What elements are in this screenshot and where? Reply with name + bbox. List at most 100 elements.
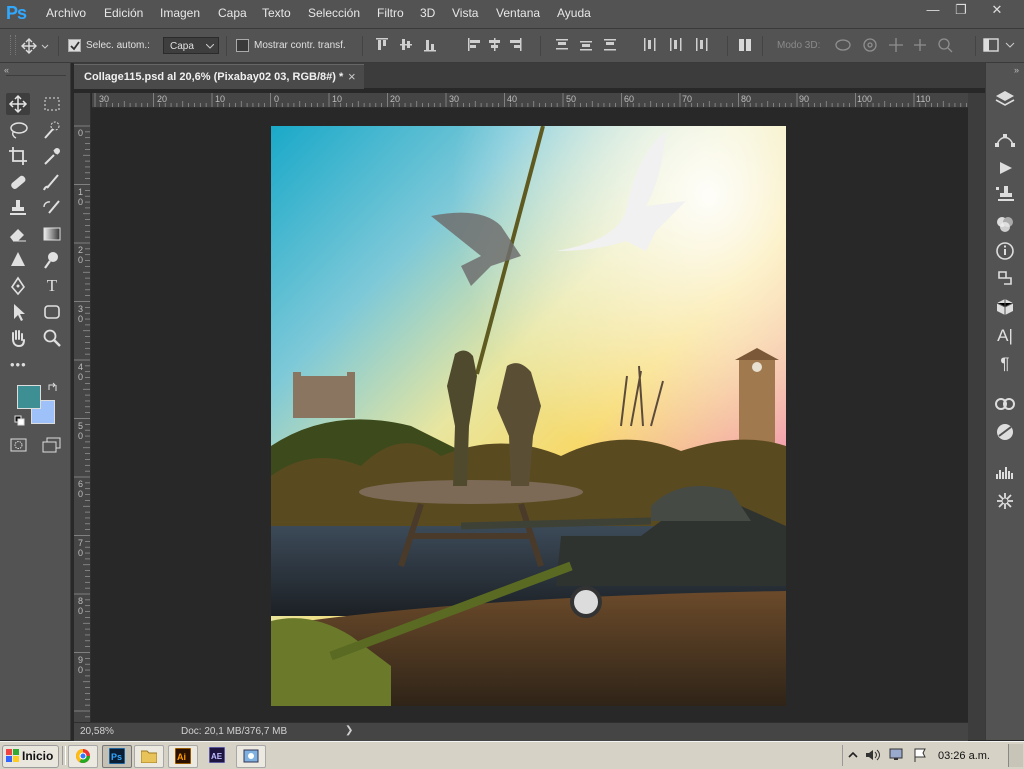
auto-align-icon[interactable]: [738, 37, 752, 53]
gradient-tool[interactable]: [40, 223, 64, 245]
navigator-icon[interactable]: [992, 490, 1018, 512]
brush-icon: [43, 174, 59, 191]
castle-ruin: [293, 372, 301, 380]
eyedropper-tool[interactable]: [40, 145, 64, 167]
network-icon[interactable]: [888, 747, 906, 763]
ruler-label: 20: [390, 94, 401, 104]
taskbar-chrome[interactable]: [68, 745, 98, 768]
menu-capa[interactable]: Capa: [218, 6, 247, 20]
menu-filtro[interactable]: Filtro: [377, 6, 404, 20]
show-hidden-icons-icon[interactable]: [848, 749, 858, 761]
info-icon[interactable]: [992, 240, 1018, 262]
marquee-tool[interactable]: [40, 93, 64, 115]
auto-select-target-dropdown[interactable]: Capa: [163, 37, 219, 54]
taskbar-illustrator[interactable]: Ai: [168, 745, 198, 768]
system-clock[interactable]: 03:26 a.m.: [938, 750, 990, 762]
zoom-icon: [43, 329, 61, 347]
healing-tool[interactable]: [6, 171, 30, 193]
show-desktop-button[interactable]: [1008, 744, 1023, 767]
zoom-tool[interactable]: [40, 327, 64, 349]
pen-tool[interactable]: [6, 275, 30, 297]
menu-ayuda[interactable]: Ayuda: [557, 6, 591, 20]
quick-mask-icon[interactable]: [10, 437, 28, 453]
dodge-tool[interactable]: [40, 249, 64, 271]
path-select-tool[interactable]: [6, 301, 30, 323]
tool-preset-picker[interactable]: [20, 36, 50, 56]
expand-panels-icon[interactable]: »: [1014, 65, 1019, 75]
vertical-ruler[interactable]: 0102030405060708090: [74, 93, 91, 723]
volume-icon[interactable]: [864, 747, 882, 763]
ruler-label: 10: [215, 94, 226, 104]
foreground-color-swatch[interactable]: [17, 385, 41, 409]
ruler-label: 30: [449, 94, 460, 104]
pen-icon: [10, 276, 26, 296]
hand-tool[interactable]: [6, 327, 30, 349]
move-tool[interactable]: [6, 93, 30, 115]
menu-ventana[interactable]: Ventana: [496, 6, 540, 20]
eraser-tool[interactable]: [6, 223, 30, 245]
zoom-level[interactable]: 20,58%: [80, 726, 114, 737]
document-canvas[interactable]: [271, 126, 786, 706]
svg-text:AE: AE: [211, 752, 223, 761]
close-tab-button[interactable]: ×: [348, 69, 356, 84]
menu-vista[interactable]: Vista: [452, 6, 478, 20]
default-colors-icon[interactable]: [14, 415, 26, 427]
workspace-switcher[interactable]: [983, 37, 1017, 53]
paths-icon[interactable]: [992, 129, 1018, 151]
brush-tool[interactable]: [40, 171, 64, 193]
menu-edicion[interactable]: Edición: [104, 6, 143, 20]
lasso-tool[interactable]: [6, 119, 30, 141]
distribute-buttons[interactable]: [554, 37, 719, 53]
3d-mode-tools[interactable]: [834, 36, 970, 54]
properties-icon[interactable]: [992, 421, 1018, 443]
shape-tool[interactable]: [40, 301, 64, 323]
stamp-tool[interactable]: [6, 197, 30, 219]
document-tab[interactable]: Collage115.psd al 20,6% (Pixabay02 03, R…: [74, 64, 364, 89]
show-transform-checkbox[interactable]: [236, 39, 249, 52]
horizontal-ruler[interactable]: 30 20 10 0 10 20 30 40 50 60 70 80 90 10…: [92, 93, 968, 108]
close-window-button[interactable]: ✕: [982, 2, 1012, 20]
taskbar-app[interactable]: [236, 745, 266, 768]
separator: [58, 36, 59, 56]
adjustments-icon[interactable]: [992, 213, 1018, 235]
swap-colors-icon[interactable]: [47, 381, 59, 393]
status-menu-arrow[interactable]: ❯: [345, 725, 353, 736]
collapse-toolbar-icon[interactable]: «: [4, 65, 9, 75]
crop-tool[interactable]: [6, 145, 30, 167]
clone-source-icon[interactable]: [992, 183, 1018, 205]
histogram-icon[interactable]: [992, 461, 1018, 483]
taskbar-after-effects[interactable]: AE: [206, 745, 228, 766]
3d-icon[interactable]: [992, 295, 1018, 317]
character-icon[interactable]: A|: [992, 325, 1018, 347]
blur-tool[interactable]: [6, 249, 30, 271]
rounded-rect-icon: [44, 305, 60, 319]
restore-button[interactable]: ❐: [946, 2, 976, 20]
history-icon[interactable]: [992, 267, 1018, 289]
minimize-button[interactable]: —: [918, 2, 948, 20]
arrow-cursor-icon: [14, 304, 25, 321]
menu-texto[interactable]: Texto: [262, 6, 291, 20]
action-center-flag-icon[interactable]: [912, 747, 928, 763]
canvas-pasteboard[interactable]: [91, 108, 967, 723]
dodge-icon: [44, 252, 58, 269]
taskbar-photoshop[interactable]: Ps: [102, 745, 132, 768]
more-tools-icon[interactable]: •••: [10, 357, 27, 372]
actions-play-icon[interactable]: [992, 157, 1018, 179]
start-button[interactable]: Inicio: [2, 745, 59, 768]
vertical-scroll-track[interactable]: [968, 93, 985, 740]
quick-select-tool[interactable]: [40, 119, 64, 141]
auto-select-checkbox[interactable]: [68, 39, 81, 52]
paragraph-icon[interactable]: ¶: [992, 353, 1018, 375]
menu-seleccion[interactable]: Selección: [308, 6, 360, 20]
menu-archivo[interactable]: Archivo: [46, 6, 86, 20]
type-tool[interactable]: T: [40, 275, 64, 297]
menu-3d[interactable]: 3D: [420, 6, 435, 20]
history-brush-tool[interactable]: [40, 197, 64, 219]
align-buttons[interactable]: [374, 37, 524, 53]
menu-imagen[interactable]: Imagen: [160, 6, 200, 20]
taskbar-explorer[interactable]: [134, 745, 164, 768]
screen-mode-icon[interactable]: [42, 437, 62, 453]
layers-icon[interactable]: [992, 87, 1018, 109]
move-tool-icon: [21, 38, 49, 54]
cc-libraries-icon[interactable]: [992, 393, 1018, 415]
